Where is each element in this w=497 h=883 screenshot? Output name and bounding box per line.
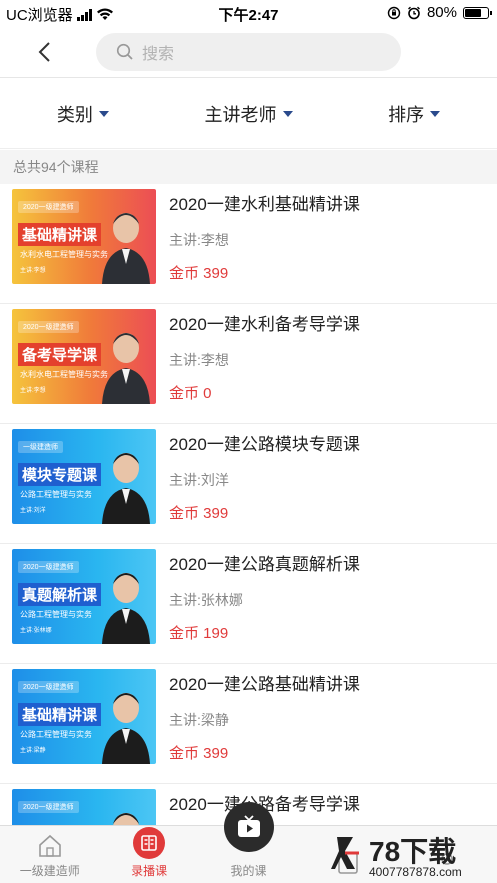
course-title: 2020一建公路模块专题课 bbox=[169, 435, 360, 454]
watermark-brand: 78下载 bbox=[369, 836, 456, 867]
teacher-portrait bbox=[102, 453, 150, 524]
thumb-tag: 2020一级建造师 bbox=[18, 801, 79, 813]
nav-bar: 搜索 bbox=[0, 26, 497, 78]
teacher-portrait bbox=[113, 813, 139, 825]
course-thumbnail: 2020一级建造师 bbox=[12, 789, 156, 825]
thumb-headline: 基础精讲课 bbox=[18, 703, 102, 726]
center-play-button[interactable] bbox=[223, 802, 274, 852]
course-price: 金币 0 bbox=[169, 385, 212, 402]
thumb-subject: 公路工程管理与实务 bbox=[20, 610, 92, 619]
thumb-teacher: 主讲:李想 bbox=[20, 268, 46, 274]
course-price: 金币 399 bbox=[169, 505, 229, 522]
course-teacher: 主讲:李想 bbox=[169, 232, 229, 248]
tab-yijian[interactable]: 一级建造师 bbox=[0, 826, 99, 883]
thumb-headline: 基础精讲课 bbox=[18, 223, 102, 246]
course-teacher: 主讲:梁静 bbox=[169, 712, 229, 728]
course-item[interactable]: 2020一级建造师 备考导学课 水利水电工程管理与实务 主讲:李想 2020一建… bbox=[0, 304, 497, 424]
course-thumbnail: 2020一级建造师 基础精讲课 公路工程管理与实务 主讲:梁静 bbox=[12, 669, 156, 764]
course-price: 金币 199 bbox=[169, 625, 229, 642]
battery-percent: 80% bbox=[426, 4, 457, 21]
play-icon bbox=[237, 815, 260, 837]
course-item[interactable]: 2020一级建造师 基础精讲课 公路工程管理与实务 主讲:梁静 2020一建公路… bbox=[0, 664, 497, 784]
filter-bar: 类别 主讲老师 排序 bbox=[0, 79, 497, 149]
tab-recorded[interactable]: 录播课 bbox=[99, 826, 198, 883]
chevron-left-icon bbox=[38, 42, 50, 62]
thumb-subject: 水利水电工程管理与实务 bbox=[20, 370, 108, 379]
caret-down-icon bbox=[282, 110, 293, 117]
tab-label: 录播课 bbox=[131, 864, 168, 878]
course-item[interactable]: 2020一级建造师 真题解析课 公路工程管理与实务 主讲:张林娜 2020一建公… bbox=[0, 544, 497, 664]
thumb-tag: 2020一级建造师 bbox=[18, 201, 79, 213]
course-title: 2020一建水利备考导学课 bbox=[169, 315, 360, 334]
filter-category[interactable]: 类别 bbox=[0, 79, 166, 148]
course-thumbnail: 2020一级建造师 备考导学课 水利水电工程管理与实务 主讲:李想 bbox=[12, 309, 156, 404]
back-button[interactable] bbox=[34, 40, 58, 64]
course-count: 总共94个课程 bbox=[0, 150, 497, 184]
search-input[interactable]: 搜索 bbox=[96, 33, 401, 71]
course-title: 2020一建公路基础精讲课 bbox=[169, 675, 360, 694]
course-thumbnail: 2020一级建造师 真题解析课 公路工程管理与实务 主讲:张林娜 bbox=[12, 549, 156, 644]
teacher-portrait bbox=[102, 213, 150, 284]
thumb-subject: 公路工程管理与实务 bbox=[20, 730, 92, 739]
course-title: 2020一建水利基础精讲课 bbox=[169, 195, 360, 214]
thumb-tag: 一级建造师 bbox=[18, 441, 63, 453]
book-icon bbox=[133, 827, 166, 859]
page: { "status_bar": { "carrier": "UC浏览器", "t… bbox=[0, 0, 497, 883]
thumb-tag: 2020一级建造师 bbox=[18, 321, 79, 333]
filter-teacher[interactable]: 主讲老师 bbox=[166, 79, 332, 148]
teacher-portrait bbox=[102, 693, 150, 764]
thumb-teacher: 主讲:张林娜 bbox=[20, 628, 52, 634]
tab-label: 我的课 bbox=[230, 864, 267, 878]
home-icon bbox=[38, 834, 61, 857]
alarm-icon bbox=[408, 6, 420, 19]
course-thumbnail: 2020一级建造师 基础精讲课 水利水电工程管理与实务 主讲:李想 bbox=[12, 189, 156, 284]
course-teacher: 主讲:刘洋 bbox=[169, 472, 229, 488]
course-teacher: 主讲:李想 bbox=[169, 352, 229, 368]
teacher-portrait bbox=[102, 573, 150, 644]
filter-sort[interactable]: 排序 bbox=[331, 79, 497, 148]
tab-my-courses[interactable]: 我的课 bbox=[199, 802, 298, 883]
course-title: 2020一建公路真题解析课 bbox=[169, 555, 360, 574]
battery-icon bbox=[463, 6, 492, 19]
thumb-subject: 水利水电工程管理与实务 bbox=[20, 250, 108, 259]
filter-label: 排序 bbox=[388, 104, 425, 125]
thumb-teacher: 主讲:李想 bbox=[20, 388, 46, 394]
search-icon bbox=[116, 43, 133, 60]
filter-label: 类别 bbox=[56, 104, 93, 125]
course-item[interactable]: 一级建造师 模块专题课 公路工程管理与实务 主讲:刘洋 2020一建公路模块专题… bbox=[0, 424, 497, 544]
course-item[interactable]: 2020一级建造师 基础精讲课 水利水电工程管理与实务 主讲:李想 2020一建… bbox=[0, 184, 497, 304]
tab-bar: 一级建造师 录播课 我的课 78下载 4007787878.com bbox=[0, 802, 497, 883]
tab-label: 一级建造师 bbox=[19, 864, 80, 878]
thumb-headline: 备考导学课 bbox=[18, 343, 102, 366]
thumb-tag: 2020一级建造师 bbox=[18, 561, 79, 573]
caret-down-icon bbox=[430, 110, 441, 117]
watermark-logo: 78下载 4007787878.com bbox=[331, 836, 462, 879]
thumb-headline: 真题解析课 bbox=[18, 583, 102, 606]
rotation-lock-icon bbox=[387, 6, 401, 19]
teacher-portrait bbox=[102, 333, 150, 404]
battery-fill bbox=[465, 8, 481, 17]
status-bar: UC浏览器 下午2:47 80% bbox=[0, 0, 497, 26]
course-list[interactable]: 2020一级建造师 基础精讲课 水利水电工程管理与实务 主讲:李想 2020一建… bbox=[0, 184, 497, 825]
course-teacher: 主讲:张林娜 bbox=[169, 592, 243, 608]
caret-down-icon bbox=[98, 110, 109, 117]
search-placeholder: 搜索 bbox=[142, 46, 175, 63]
thumb-teacher: 主讲:梁静 bbox=[20, 748, 46, 754]
course-price: 金币 399 bbox=[169, 745, 229, 762]
watermark-url: 4007787878.com bbox=[369, 865, 462, 879]
course-price: 金币 399 bbox=[169, 265, 229, 282]
course-thumbnail: 一级建造师 模块专题课 公路工程管理与实务 主讲:刘洋 bbox=[12, 429, 156, 524]
filter-label: 主讲老师 bbox=[204, 104, 277, 125]
thumb-headline: 模块专题课 bbox=[18, 463, 102, 486]
thumb-teacher: 主讲:刘洋 bbox=[20, 508, 46, 514]
status-right: 80% bbox=[387, 4, 492, 21]
thumb-subject: 公路工程管理与实务 bbox=[20, 490, 92, 499]
thumb-tag: 2020一级建造师 bbox=[18, 681, 79, 693]
